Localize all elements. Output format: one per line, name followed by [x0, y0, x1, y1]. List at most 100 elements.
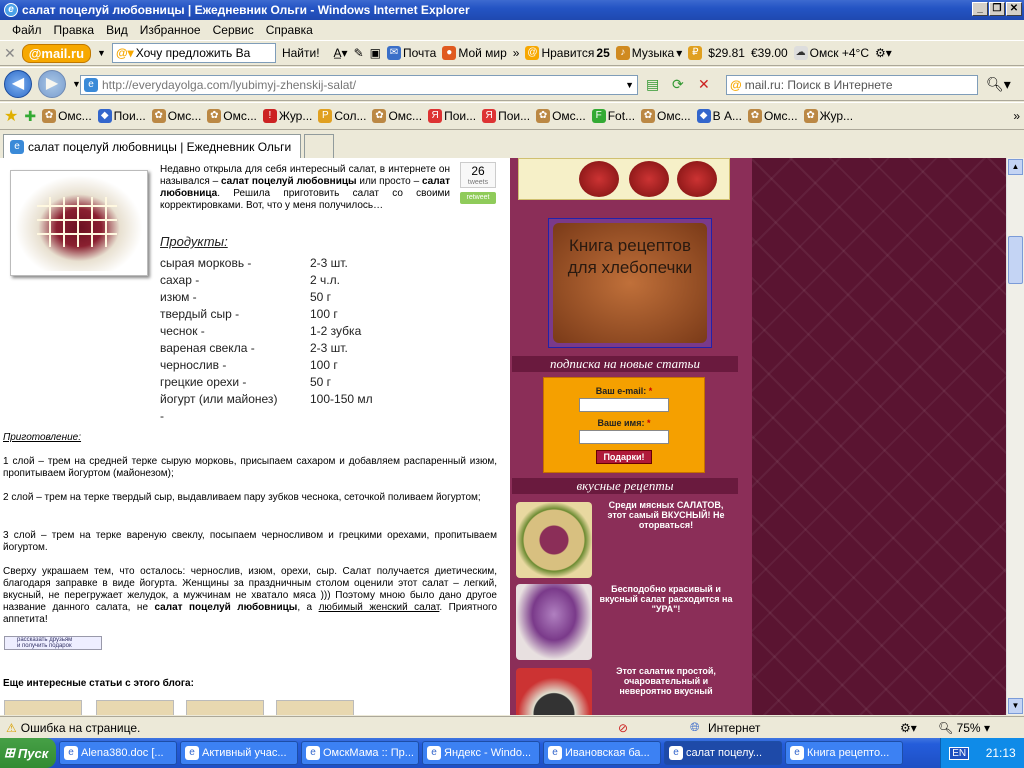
recipe-thumb[interactable]	[516, 502, 592, 578]
highlight-icon[interactable]: ✎	[354, 46, 364, 60]
favorite-link[interactable]: ✿ Омс...	[372, 109, 422, 123]
retweet-button[interactable]: retweet	[460, 192, 496, 204]
mailru-search-input[interactable]: @▾ Хочу предложить Ва	[111, 43, 276, 63]
favorite-link[interactable]: Я Пои...	[482, 109, 530, 123]
favorite-link[interactable]: F Fot...	[591, 109, 635, 123]
related-article-thumb[interactable]	[96, 700, 174, 715]
favorites-star-icon[interactable]: ★	[4, 106, 18, 126]
product-name: твердый сыр -	[160, 307, 240, 321]
warning-icon[interactable]: ⚠	[6, 721, 17, 735]
favorite-link[interactable]: ◆ Пои...	[97, 109, 146, 123]
more-chevron-icon[interactable]: »	[513, 46, 520, 60]
book-recipes-banner[interactable]: Книга рецептов для хлебопечки	[548, 218, 712, 348]
taskbar-task[interactable]: e Яндекс - Windo...	[422, 741, 540, 765]
favorite-link[interactable]: ✿ Омс...	[42, 109, 92, 123]
scroll-down-button[interactable]: ▼	[1008, 698, 1023, 714]
tab-active[interactable]: e салат поцелуй любовницы | Ежедневник О…	[3, 134, 301, 158]
menu-edit[interactable]: Правка	[48, 23, 101, 37]
mailru-logo[interactable]: @mail.ru	[21, 43, 92, 63]
favorite-link[interactable]: ✿ Омс...	[536, 109, 586, 123]
sidebar-top-image[interactable]	[518, 158, 730, 200]
address-input[interactable]: e http://everydayolga.com/ lyubimyj-zhen…	[80, 75, 638, 95]
recipe-caption[interactable]: Этот салатик простой, очаровательный и н…	[598, 666, 734, 696]
mail-button[interactable]: ✉ Почта	[386, 46, 437, 60]
recipe-caption[interactable]: Бесподобно красивый и вкусный салат расх…	[598, 584, 734, 614]
favorite-link[interactable]: ◆ В А...	[696, 109, 742, 123]
font-size-icon[interactable]: A̲▾	[334, 46, 348, 60]
final-link[interactable]: любимый женский салат	[319, 602, 440, 613]
recipe-thumb[interactable]	[516, 584, 592, 660]
related-article-thumb[interactable]	[186, 700, 264, 715]
product-name: -	[160, 409, 164, 423]
add-favorite-icon[interactable]: ✚	[24, 108, 36, 125]
find-button[interactable]: Найти!	[282, 46, 320, 60]
gifts-button[interactable]: Подарки!	[596, 450, 652, 464]
mailru-dropdown-icon[interactable]: ▼	[97, 48, 106, 58]
web-search-input[interactable]: @ mail.ru: Поиск в Интернете	[726, 75, 978, 95]
name-field[interactable]	[579, 430, 669, 444]
menu-tools[interactable]: Сервис	[207, 23, 260, 37]
favorite-link[interactable]: ✿ Омс...	[207, 109, 257, 123]
clock[interactable]: 21:13	[986, 746, 1016, 760]
back-button[interactable]: ◀	[4, 70, 32, 98]
product-amount: 2-3 шт.	[310, 256, 348, 270]
vertical-scrollbar[interactable]: ▲ ▼	[1006, 158, 1024, 715]
favorite-label: Омс...	[223, 109, 257, 123]
favorites-more-icon[interactable]: »	[1013, 109, 1020, 123]
refresh-icon[interactable]: ⟳	[672, 76, 684, 93]
maximize-button[interactable]: ❐	[989, 2, 1005, 16]
toolbar-close-icon[interactable]: ✕	[4, 45, 16, 62]
scroll-up-button[interactable]: ▲	[1008, 159, 1023, 175]
recipe-thumb[interactable]	[516, 668, 592, 715]
favorite-link[interactable]: ✿ Омс...	[151, 109, 201, 123]
menu-file[interactable]: Файл	[6, 23, 48, 37]
favorite-link[interactable]: ✿ Жур...	[803, 109, 853, 123]
new-tab-button[interactable]	[304, 134, 334, 158]
eur-rate[interactable]: €39.00	[751, 46, 788, 60]
language-indicator[interactable]: EN	[949, 746, 970, 760]
my-world-button[interactable]: ● Мой мир	[442, 46, 507, 60]
taskbar-task[interactable]: e Alena380.doc [...	[59, 741, 177, 765]
search-icon[interactable]: 🔍︎▾	[986, 76, 1011, 93]
favorite-link[interactable]: Я Пои...	[428, 109, 476, 123]
fav-icon: ◆	[696, 109, 711, 123]
share-line-2: и получить подарок	[17, 643, 72, 649]
status-text[interactable]: Ошибка на странице.	[21, 721, 141, 735]
address-dropdown-icon[interactable]: ▼	[625, 80, 634, 90]
scroll-thumb[interactable]	[1008, 236, 1023, 284]
music-button[interactable]: ♪ Музыка ▾	[615, 46, 682, 60]
favorite-link[interactable]: ✿ Омс...	[747, 109, 798, 123]
like-button[interactable]: @ Нравится 25	[525, 46, 610, 60]
mail-label: Почта	[402, 46, 437, 60]
taskbar-task[interactable]: e Книга рецепто...	[785, 741, 903, 765]
favorite-link[interactable]: ! Жур...	[262, 109, 312, 123]
taskbar-task[interactable]: e салат поцелу...	[664, 741, 782, 765]
more-articles-title: Еще интересные статьи с этого блога:	[3, 678, 194, 689]
usd-rate[interactable]: $29.81	[708, 46, 745, 60]
minimize-button[interactable]: _	[972, 2, 988, 16]
favorite-link[interactable]: ✿ Омс...	[641, 109, 691, 123]
close-button[interactable]: ✕	[1006, 2, 1022, 16]
protected-mode-icon[interactable]: ⚙▾	[900, 721, 917, 735]
taskbar-task[interactable]: e Активный учас...	[180, 741, 298, 765]
settings-icon[interactable]: ⚙▾	[875, 46, 892, 60]
weather-button[interactable]: ☁ Омск +4°C	[793, 46, 869, 60]
share-button[interactable]: рассказать друзьям и получить подарок	[4, 636, 102, 650]
taskbar-task[interactable]: e ОмскМама :: Пр...	[301, 741, 419, 765]
stop-icon[interactable]: ✕	[698, 76, 710, 93]
recipe-caption[interactable]: Среди мясных САЛАТОВ, этот самый ВКУСНЫЙ…	[598, 500, 734, 530]
menu-view[interactable]: Вид	[100, 23, 134, 37]
start-button[interactable]: ⊞ Пуск	[0, 738, 56, 768]
forward-button[interactable]: ▶	[38, 70, 66, 98]
wallet-icon[interactable]: ₽	[688, 46, 703, 60]
related-article-thumb[interactable]	[4, 700, 82, 715]
taskbar-task[interactable]: e Ивановская ба...	[543, 741, 661, 765]
menu-favorites[interactable]: Избранное	[134, 23, 207, 37]
compat-view-icon[interactable]: ▤	[646, 76, 659, 93]
menu-help[interactable]: Справка	[260, 23, 319, 37]
tab-search-icon[interactable]: ▣	[370, 46, 381, 60]
email-field[interactable]	[579, 398, 669, 412]
related-article-thumb[interactable]	[276, 700, 354, 715]
favorite-link[interactable]: P Сол...	[318, 109, 366, 123]
zoom-control[interactable]: 🔍︎ 75% ▾	[938, 721, 990, 735]
